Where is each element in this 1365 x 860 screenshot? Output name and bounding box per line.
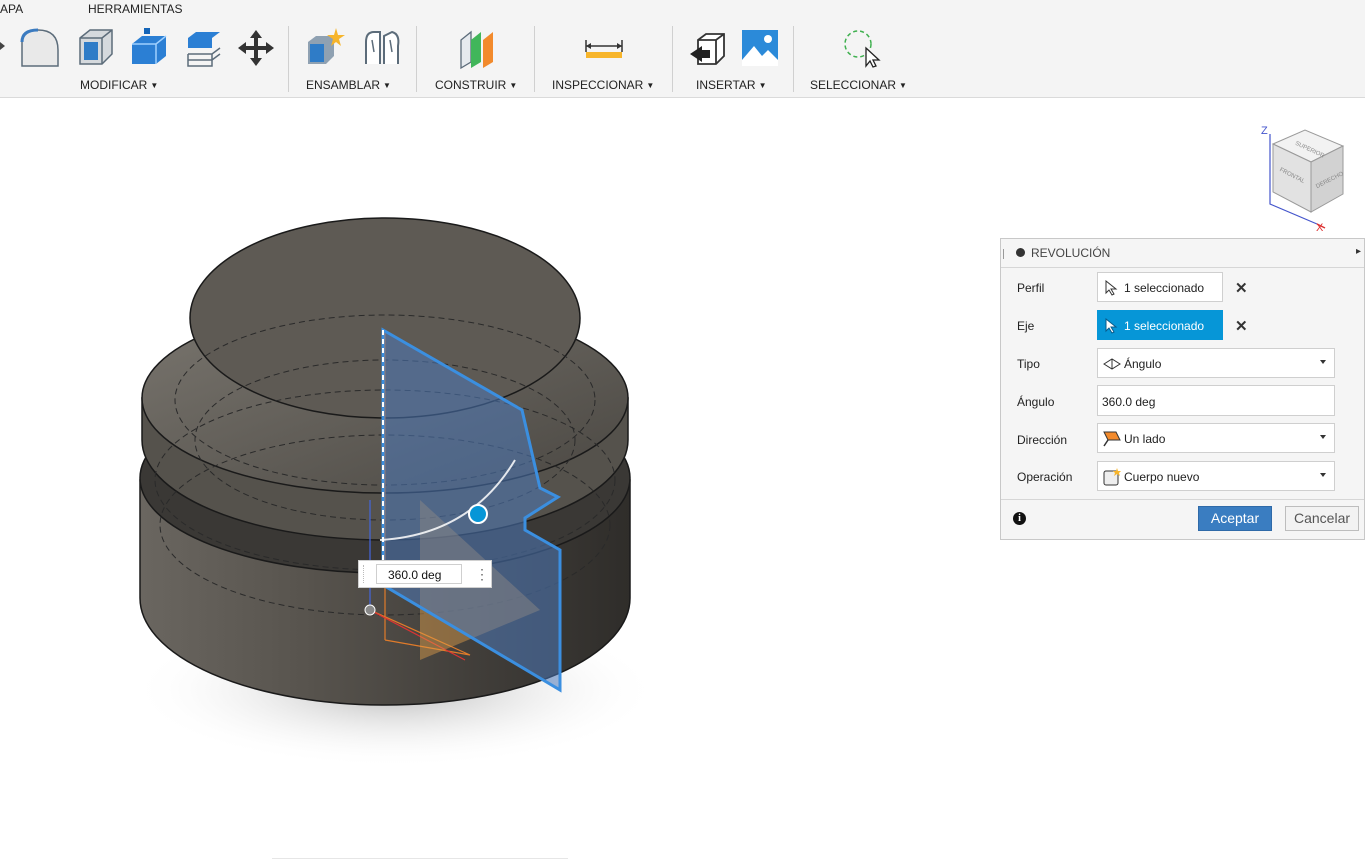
tipo-value: Ángulo bbox=[1124, 357, 1162, 371]
caret-down-icon: ▼ bbox=[899, 81, 907, 90]
caret-down-icon: ▼ bbox=[758, 81, 767, 90]
perfil-clear-button[interactable]: ✕ bbox=[1235, 279, 1248, 297]
caret-down-icon: ▼ bbox=[509, 81, 518, 90]
dialog-footer bbox=[1001, 499, 1364, 500]
tipo-label: Tipo bbox=[1017, 357, 1040, 371]
angulo-value: 360.0 deg bbox=[1102, 395, 1156, 409]
dropdown-caret-icon bbox=[1320, 360, 1326, 364]
modificar-menu[interactable]: MODIFICAR ▼ bbox=[80, 78, 158, 92]
ensamblar-menu[interactable]: ENSAMBLAR ▼ bbox=[306, 78, 391, 92]
perfil-value: 1 seleccionado bbox=[1124, 281, 1205, 295]
caret-down-icon: ▼ bbox=[150, 81, 159, 90]
measure-icon[interactable] bbox=[584, 36, 624, 60]
construir-label: CONSTRUIR bbox=[435, 78, 507, 92]
caret-down-icon: ▼ bbox=[646, 81, 655, 90]
insertar-menu[interactable]: INSERTAR ▼ bbox=[696, 78, 767, 92]
shell-icon[interactable] bbox=[74, 26, 116, 68]
info-icon[interactable]: i bbox=[1013, 512, 1026, 525]
z-axis-label: Z bbox=[1261, 125, 1268, 137]
eje-selector[interactable]: 1 seleccionado bbox=[1097, 310, 1223, 340]
perfil-selector[interactable]: 1 seleccionado bbox=[1097, 272, 1223, 302]
tipo-dropdown[interactable]: Ángulo bbox=[1097, 348, 1335, 378]
tab-herramientas[interactable]: HERRAMIENTAS bbox=[88, 2, 182, 16]
separator bbox=[416, 26, 417, 92]
cursor-icon bbox=[1105, 280, 1118, 296]
direccion-value: Un lado bbox=[1124, 432, 1166, 446]
ensamblar-label: ENSAMBLAR bbox=[306, 78, 381, 92]
toolbar: APA HERRAMIENTAS MODIFICAR▼ ENSAMBLAR▼ bbox=[0, 0, 1365, 98]
eje-label: Eje bbox=[1017, 319, 1035, 333]
new-body-icon bbox=[1103, 468, 1121, 486]
modificar-label: MODIFICAR bbox=[80, 78, 148, 92]
panel-grip-icon[interactable] bbox=[1003, 249, 1006, 259]
dropdown-caret-icon bbox=[1320, 435, 1326, 439]
offset-plane-icon[interactable] bbox=[455, 26, 499, 70]
direccion-dropdown[interactable]: Un lado bbox=[1097, 423, 1335, 453]
separator bbox=[534, 26, 535, 92]
seleccionar-label: SELECCIONAR bbox=[810, 78, 897, 92]
dialog-title: REVOLUCIÓN bbox=[1031, 246, 1111, 260]
collapse-icon[interactable] bbox=[1016, 248, 1025, 257]
eje-value: 1 seleccionado bbox=[1124, 319, 1205, 333]
accept-button[interactable]: Aceptar bbox=[1198, 506, 1272, 531]
perfil-label: Perfil bbox=[1017, 281, 1045, 295]
fillet-icon[interactable] bbox=[18, 26, 62, 70]
new-component-icon[interactable] bbox=[304, 26, 348, 70]
bottom-divider bbox=[272, 858, 568, 859]
eje-clear-button[interactable]: ✕ bbox=[1235, 317, 1248, 335]
move-icon[interactable] bbox=[236, 28, 276, 68]
direccion-label: Dirección bbox=[1017, 433, 1068, 447]
angle-value-text: 360.0 deg bbox=[388, 568, 442, 582]
tab-apa[interactable]: APA bbox=[0, 2, 23, 16]
dropdown-caret-icon bbox=[1320, 473, 1326, 477]
drag-grip-icon[interactable] bbox=[363, 565, 372, 583]
angle-type-icon bbox=[1103, 358, 1121, 370]
angle-value-field[interactable]: 360.0 deg bbox=[376, 564, 462, 584]
operacion-label: Operación bbox=[1017, 470, 1073, 484]
offset-face-icon[interactable] bbox=[184, 28, 224, 68]
insert-canvas-icon[interactable] bbox=[740, 28, 780, 68]
origin-point bbox=[364, 604, 376, 616]
viewcube[interactable]: Z X SUPERIOR FRONTAL DERECHO bbox=[1255, 124, 1365, 234]
separator bbox=[288, 26, 289, 92]
angulo-label: Ángulo bbox=[1017, 395, 1055, 409]
x-axis-label: X bbox=[1316, 222, 1324, 234]
insertar-label: INSERTAR bbox=[696, 78, 756, 92]
press-pull-icon[interactable] bbox=[128, 26, 170, 68]
arrow-right-icon bbox=[0, 42, 5, 50]
separator bbox=[672, 26, 673, 92]
joint-icon[interactable] bbox=[360, 26, 404, 70]
direction-one-side-icon bbox=[1103, 431, 1121, 447]
more-options-icon[interactable]: ⋮ bbox=[475, 564, 489, 584]
operacion-dropdown[interactable]: Cuerpo nuevo bbox=[1097, 461, 1335, 491]
angulo-input[interactable]: 360.0 deg bbox=[1097, 385, 1335, 416]
caret-down-icon: ▼ bbox=[383, 81, 391, 90]
seleccionar-menu[interactable]: SELECCIONAR ▼ bbox=[810, 78, 907, 92]
insert-derive-icon[interactable] bbox=[688, 28, 728, 68]
angle-floating-input[interactable]: 360.0 deg ⋮ bbox=[358, 560, 492, 588]
cancel-button[interactable]: Cancelar bbox=[1285, 506, 1359, 531]
angle-manipulator[interactable] bbox=[468, 504, 488, 524]
revolve-dialog: REVOLUCIÓN ▸ Perfil 1 seleccionado ✕ Eje… bbox=[1000, 238, 1365, 540]
inspeccionar-menu[interactable]: INSPECCIONAR ▼ bbox=[552, 78, 654, 92]
separator bbox=[793, 26, 794, 92]
operacion-value: Cuerpo nuevo bbox=[1124, 470, 1200, 484]
expand-icon[interactable]: ▸ bbox=[1356, 246, 1361, 257]
dialog-header[interactable]: REVOLUCIÓN ▸ bbox=[1001, 239, 1364, 268]
construir-menu[interactable]: CONSTRUIR ▼ bbox=[435, 78, 517, 92]
cursor-icon bbox=[1105, 318, 1118, 334]
inspeccionar-label: INSPECCIONAR bbox=[552, 78, 644, 92]
select-icon[interactable] bbox=[838, 28, 882, 68]
